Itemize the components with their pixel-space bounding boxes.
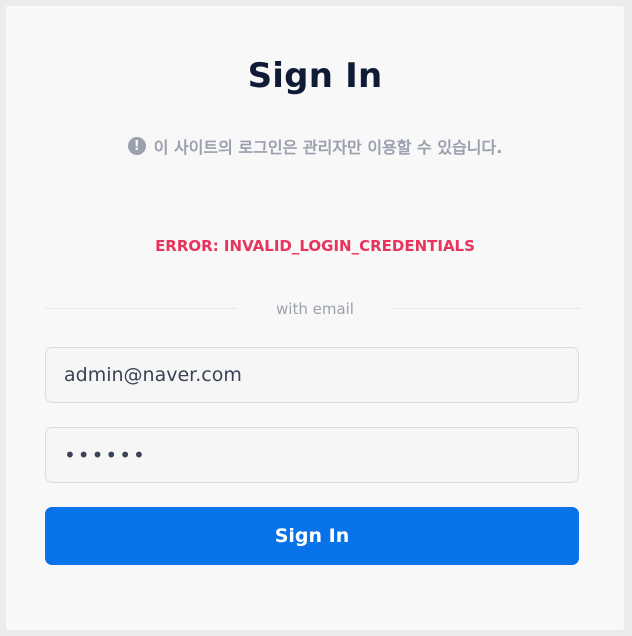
password-field[interactable]: •••••• — [45, 427, 579, 483]
email-field-value: admin@naver.com — [64, 364, 242, 386]
page-title: Sign In — [247, 56, 383, 96]
admin-notice: ! 이 사이트의 로그인은 관리자만 이용할 수 있습니다. — [6, 134, 624, 158]
error-message: ERROR: INVALID_LOGIN_CREDENTIALS — [155, 237, 475, 255]
divider-right — [391, 308, 581, 309]
divider-label: with email — [276, 300, 354, 318]
sign-in-card: Sign In ! 이 사이트의 로그인은 관리자만 이용할 수 있습니다. E… — [6, 6, 624, 630]
password-field-value: •••••• — [64, 443, 147, 467]
exclamation-circle-icon: ! — [127, 137, 146, 155]
email-field[interactable]: admin@naver.com — [45, 347, 579, 403]
admin-notice-text: 이 사이트의 로그인은 관리자만 이용할 수 있습니다. — [153, 138, 503, 157]
sign-in-button[interactable]: Sign In — [45, 507, 579, 565]
